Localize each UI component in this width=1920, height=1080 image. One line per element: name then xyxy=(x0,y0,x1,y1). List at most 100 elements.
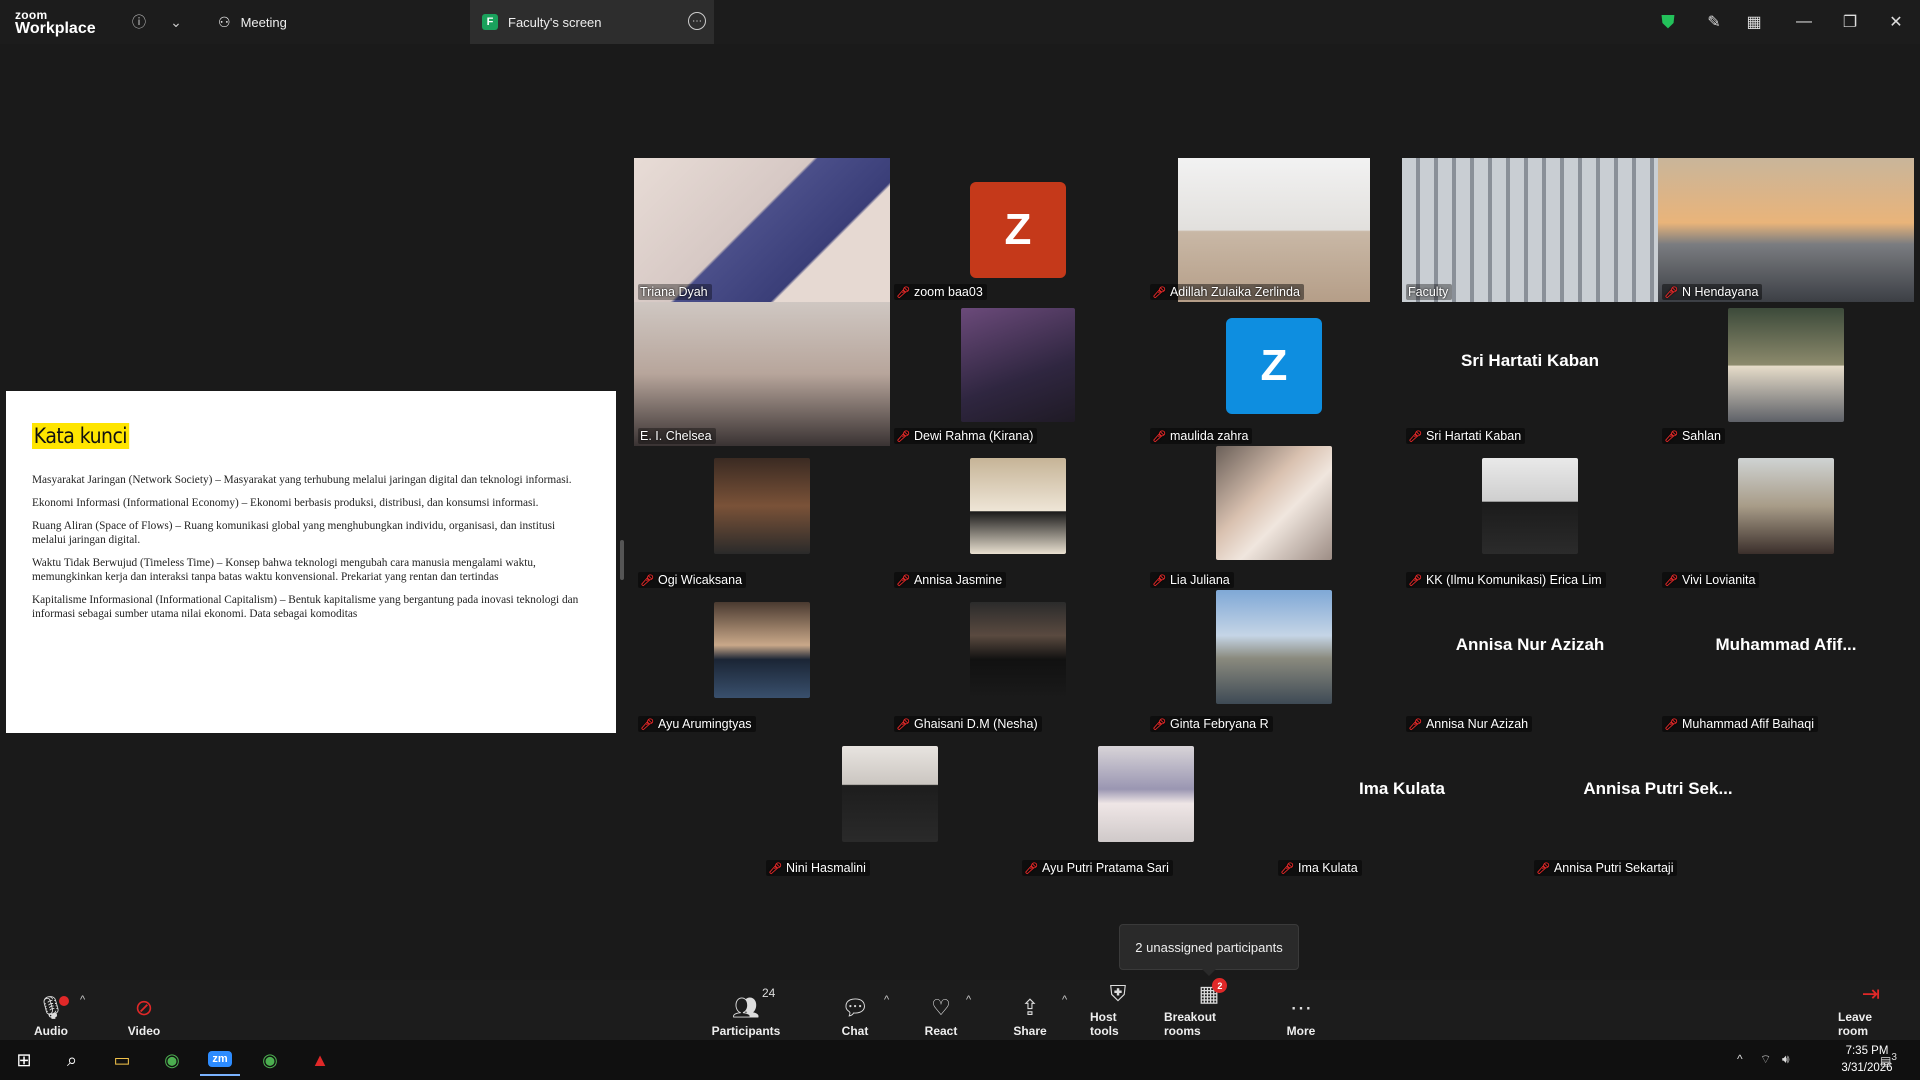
notifications-icon[interactable]: ▤3 xyxy=(1880,1052,1897,1068)
search-icon[interactable]: ⌕ xyxy=(52,1044,92,1076)
participant-tile[interactable]: 🎤︎ Ayu Arumingtyas xyxy=(634,590,890,734)
slide-title: Kata kunci xyxy=(32,423,129,449)
participant-display-name: Ima Kulata xyxy=(1359,779,1445,798)
participant-name: 🎤︎ Adillah Zulaika Zerlinda xyxy=(1150,284,1304,300)
shared-screen-slide: Kata kunci Masyarakat Jaringan (Network … xyxy=(6,391,616,733)
mic-muted-icon: 🎤︎ xyxy=(1152,286,1166,299)
participant-tile[interactable]: 🎤︎ Ogi Wicaksana xyxy=(634,446,890,590)
participant-tile[interactable]: 🎤︎ Ghaisani D.M (Nesha) xyxy=(890,590,1146,734)
participant-tile[interactable]: Sri Hartati Kaban 🎤︎ Sri Hartati Kaban xyxy=(1402,302,1658,446)
participant-tile[interactable]: Muhammad Afif... 🎤︎ Muhammad Afif Baihaqi xyxy=(1658,590,1914,734)
mic-muted-icon: 🎤︎ xyxy=(1280,862,1294,875)
chrome-icon[interactable]: ◉ xyxy=(152,1044,192,1076)
info-icon[interactable]: ⓘ xyxy=(127,10,151,34)
audio-button[interactable]: 🎙︎ Audio xyxy=(34,984,69,1038)
video-feed xyxy=(970,458,1066,554)
participant-tile[interactable]: 🎤︎ Ginta Febryana R xyxy=(1146,590,1402,734)
audio-options-caret[interactable]: ^ xyxy=(80,994,85,1006)
network-icon[interactable]: ⌔ xyxy=(1760,1052,1771,1067)
video-feed xyxy=(634,302,890,446)
mic-muted-icon: 🎤︎ xyxy=(1024,862,1038,875)
video-button[interactable]: ⊘ Video xyxy=(126,984,162,1038)
participant-tile[interactable]: 🎤︎ Vivi Lovianita xyxy=(1658,446,1914,590)
zoom-logo: zoom Workplace xyxy=(15,9,96,37)
slide-paragraph: Waktu Tidak Berwujud (Timeless Time) – K… xyxy=(32,557,536,583)
breakout-rooms-button[interactable]: ▦ 2 Breakout rooms xyxy=(1164,978,1254,1038)
react-options-caret[interactable]: ^ xyxy=(966,994,971,1006)
participants-group-icon: ⚇ xyxy=(218,13,231,30)
volume-icon[interactable]: 🔊︎ xyxy=(1782,1052,1790,1067)
participant-tile[interactable]: 🎤︎ Adillah Zulaika Zerlinda xyxy=(1146,158,1402,302)
mic-muted-icon: 🎤︎ xyxy=(1152,430,1166,443)
participant-tile[interactable]: Faculty xyxy=(1402,158,1658,302)
chevron-down-icon[interactable]: ⌄ xyxy=(164,10,188,34)
host-tools-button[interactable]: ⛨ Host tools xyxy=(1090,981,1146,1038)
participant-tile[interactable]: Triana Dyah xyxy=(634,158,890,302)
more-options-icon[interactable]: ⋯ xyxy=(688,12,706,30)
participant-tile[interactable]: 🎤︎ Ayu Putri Pratama Sari xyxy=(1018,734,1274,878)
participant-tile-active-speaker[interactable]: E. I. Chelsea xyxy=(634,302,890,446)
share-screen-icon: ⇪ xyxy=(1020,995,1040,1020)
mic-muted-icon: 🎤︎ xyxy=(1664,430,1678,443)
breakout-badge: 2 xyxy=(1212,978,1228,993)
participant-name: 🎤︎ Vivi Lovianita xyxy=(1662,572,1760,588)
mic-muted-icon: 🎤︎ xyxy=(768,862,782,875)
zoom-app-icon[interactable]: zm xyxy=(200,1044,240,1076)
participant-tile[interactable]: Annisa Nur Azizah 🎤︎ Annisa Nur Azizah xyxy=(1402,590,1658,734)
file-explorer-icon[interactable]: ▭ xyxy=(102,1044,142,1076)
title-bar: zoom Workplace ⓘ ⌄ ⚇ Meeting F Faculty's… xyxy=(0,0,1920,44)
mic-muted-icon: 🎤︎ xyxy=(1664,718,1678,731)
participant-name: 🎤︎ Annisa Nur Azizah xyxy=(1406,716,1533,732)
pdf-reader-icon[interactable]: ▲ xyxy=(300,1044,340,1076)
more-button[interactable]: ⋯ More xyxy=(1284,984,1318,1038)
chrome-profile-icon[interactable]: ◉ xyxy=(250,1044,290,1076)
windows-start-icon[interactable]: ⊞ xyxy=(4,1044,44,1076)
video-feed xyxy=(1728,308,1844,422)
participant-tile[interactable]: 🎤︎ KK (Ilmu Komunikasi) Erica Lim xyxy=(1402,446,1658,590)
participant-name: 🎤︎ Ogi Wicaksana xyxy=(638,572,747,588)
participant-tile[interactable]: Z 🎤︎ zoom baa03 xyxy=(890,158,1146,302)
restore-icon[interactable]: ❐ xyxy=(1836,8,1864,36)
chat-button[interactable]: 💬︎ Chat xyxy=(840,984,870,1038)
video-feed xyxy=(1216,590,1332,704)
split-resize-handle[interactable] xyxy=(620,540,624,580)
participants-icon: 👥︎ xyxy=(732,995,760,1020)
tab-shared-screen[interactable]: F Faculty's screen ⋯ xyxy=(470,0,714,44)
annotate-pencil-icon[interactable]: ✎ xyxy=(1700,8,1728,36)
video-feed xyxy=(634,158,890,302)
video-feed xyxy=(1738,458,1834,554)
tab-meeting[interactable]: ⚇ Meeting xyxy=(218,0,468,44)
react-button[interactable]: ♡ React xyxy=(924,984,958,1038)
participants-button[interactable]: 👥︎ Participants 24 xyxy=(712,984,781,1038)
leave-room-button[interactable]: ⇥ Leave room xyxy=(1838,981,1904,1038)
participant-name: 🎤︎ Ima Kulata xyxy=(1278,860,1362,876)
participant-tile[interactable]: 🎤︎ Sahlan xyxy=(1658,302,1914,446)
participant-tile[interactable]: 🎤︎ Annisa Jasmine xyxy=(890,446,1146,590)
video-feed xyxy=(714,602,810,698)
layout-view-icon[interactable]: ▦ xyxy=(1740,8,1768,36)
participant-tile[interactable]: 🎤︎ Lia Juliana xyxy=(1146,446,1402,590)
participant-tile[interactable]: Annisa Putri Sek... 🎤︎ Annisa Putri Sekar… xyxy=(1530,734,1786,878)
close-icon[interactable]: ✕ xyxy=(1882,8,1910,36)
participant-name: 🎤︎ Sahlan xyxy=(1662,428,1725,444)
minimize-icon[interactable]: — xyxy=(1790,8,1818,36)
participant-tile[interactable]: 🎤︎ Dewi Rahma (Kirana) xyxy=(890,302,1146,446)
participant-tile[interactable]: Z 🎤︎ maulida zahra xyxy=(1146,302,1402,446)
participant-name: 🎤︎ Muhammad Afif Baihaqi xyxy=(1662,716,1818,732)
tray-chevron-icon[interactable]: ^ xyxy=(1737,1052,1743,1066)
participant-tile[interactable]: 🎤︎ N Hendayana xyxy=(1658,158,1914,302)
slide-paragraph: Masyarakat Jaringan (Network Society) – … xyxy=(32,474,572,486)
security-shield-icon[interactable]: ⛊ xyxy=(1654,8,1682,36)
participant-tile[interactable]: Ima Kulata 🎤︎ Ima Kulata xyxy=(1274,734,1530,878)
share-button[interactable]: ⇪ Share xyxy=(1012,984,1048,1038)
slide-paragraph: Ruang Aliran (Space of Flows) – Ruang ko… xyxy=(32,520,556,546)
chat-options-caret[interactable]: ^ xyxy=(884,994,889,1006)
participant-name: Triana Dyah xyxy=(638,284,712,300)
video-feed xyxy=(961,308,1075,422)
participant-name: Faculty xyxy=(1406,284,1453,300)
slide-paragraph: Ekonomi Informasi (Informational Economy… xyxy=(32,497,539,509)
mic-alert-badge xyxy=(58,996,69,1006)
share-options-caret[interactable]: ^ xyxy=(1062,994,1067,1006)
participant-name: E. I. Chelsea xyxy=(638,428,716,444)
participant-tile[interactable]: 🎤︎ Nini Hasmalini xyxy=(762,734,1018,878)
